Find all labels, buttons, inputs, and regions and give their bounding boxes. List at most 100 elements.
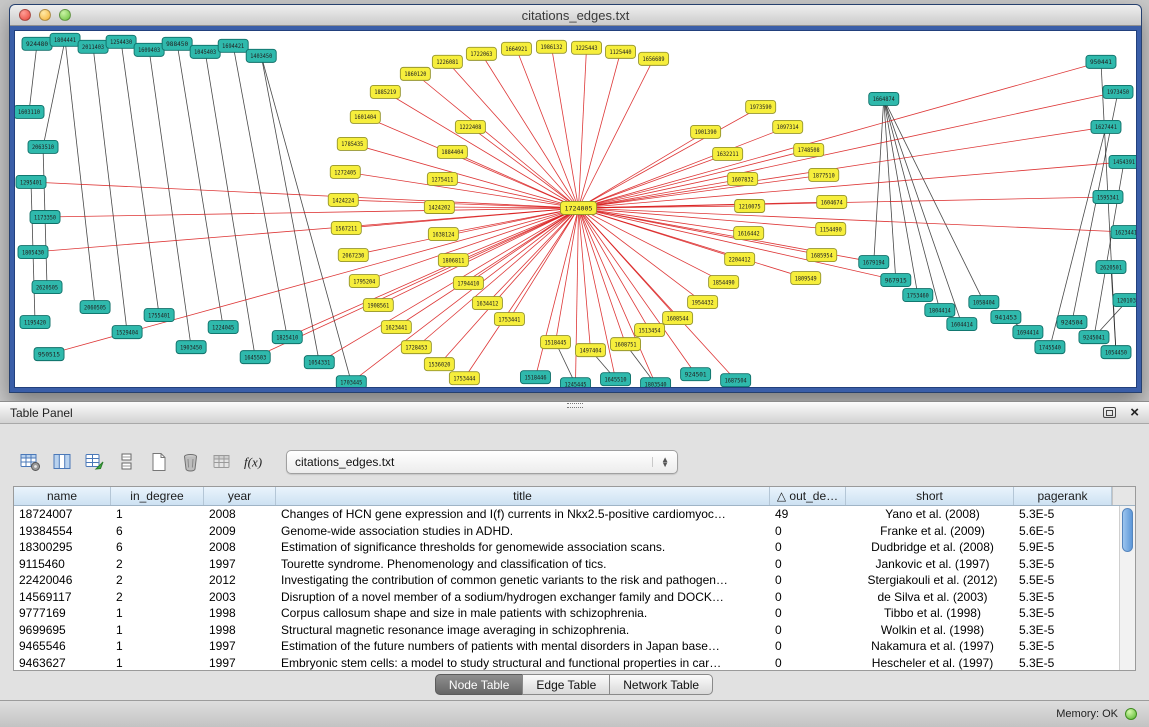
column-visibility-icon[interactable] xyxy=(48,448,77,475)
graph-node[interactable]: 1656689 xyxy=(639,52,669,65)
graph-node[interactable]: 1518446 xyxy=(520,371,550,384)
graph-node[interactable]: 1403450 xyxy=(246,49,276,62)
graph-node[interactable]: 1424202 xyxy=(424,200,454,213)
import-table-icon[interactable] xyxy=(208,448,237,475)
table-edit-icon[interactable] xyxy=(80,448,109,475)
graph-node[interactable]: 1804414 xyxy=(925,304,955,317)
graph-node[interactable]: 1623441 xyxy=(1111,226,1137,239)
graph-node[interactable]: 924480 xyxy=(22,37,52,50)
graph-node[interactable]: 924504 xyxy=(1057,316,1087,329)
graph-node[interactable]: 1210075 xyxy=(735,199,765,212)
graph-node[interactable]: 1885219 xyxy=(370,85,400,98)
graph-node[interactable]: 1245445 xyxy=(560,378,590,388)
graph-node[interactable]: 1679194 xyxy=(859,256,889,269)
graph-node[interactable]: 1195420 xyxy=(20,316,50,329)
table-row[interactable]: 1938455462009Genome-wide association stu… xyxy=(14,523,1119,540)
graph-node[interactable]: 1604674 xyxy=(817,195,847,208)
graph-node[interactable]: 1703445 xyxy=(336,376,366,388)
graph-node[interactable]: 2011403 xyxy=(78,40,108,53)
graph-node[interactable]: 2204412 xyxy=(725,253,755,266)
graph-node[interactable]: 1804441 xyxy=(50,33,80,46)
table-row[interactable]: 1456911722003Disruption of a novel membe… xyxy=(14,589,1119,606)
table-row[interactable]: 969969511998Structural magnetic resonanc… xyxy=(14,622,1119,639)
table-panel-header[interactable]: Table Panel × xyxy=(0,402,1149,424)
graph-node[interactable]: 1903450 xyxy=(176,341,206,354)
zoom-window-button[interactable] xyxy=(59,9,71,21)
graph-node[interactable]: 2060505 xyxy=(80,301,110,314)
graph-node[interactable]: 1607832 xyxy=(728,172,758,185)
graph-node[interactable]: 1908561 xyxy=(363,299,393,312)
graph-node[interactable]: 1125440 xyxy=(606,45,636,58)
graph-node[interactable]: 1536020 xyxy=(424,358,454,371)
column-header-in_degree[interactable]: in_degree xyxy=(111,487,204,505)
graph-node[interactable]: 1604414 xyxy=(947,318,977,331)
graph-node[interactable]: 1054331 xyxy=(304,356,334,369)
graph-node[interactable]: 1454391 xyxy=(1109,155,1137,168)
vertical-scrollbar[interactable] xyxy=(1119,506,1135,670)
graph-node[interactable]: 1860120 xyxy=(400,67,430,80)
tab-network-table[interactable]: Network Table xyxy=(609,674,713,695)
graph-node[interactable]: 950515 xyxy=(34,348,64,361)
column-header-pagerank[interactable]: pagerank xyxy=(1014,487,1112,505)
graph-node[interactable]: 950441 xyxy=(1086,55,1116,68)
graph-node[interactable]: 988450 xyxy=(162,37,192,50)
graph-node[interactable]: 1795204 xyxy=(349,275,379,288)
graph-node[interactable]: 1745540 xyxy=(1035,341,1065,354)
graph-node[interactable]: 1225443 xyxy=(571,41,601,54)
graph-node[interactable]: 1609403 xyxy=(134,43,164,56)
graph-node[interactable]: 1685954 xyxy=(807,249,837,262)
delete-table-icon[interactable] xyxy=(176,448,205,475)
table-row[interactable]: 1830029562008Estimation of significance … xyxy=(14,539,1119,556)
table-row[interactable]: 946362711997Embryonic stem cells: a mode… xyxy=(14,655,1119,671)
panel-resize-handle[interactable] xyxy=(567,403,583,408)
graph-node[interactable]: 1054450 xyxy=(1101,346,1131,359)
graph-node[interactable]: 1805430 xyxy=(18,246,48,259)
graph-node[interactable]: 924501 xyxy=(681,368,711,381)
graph-node[interactable]: 1986132 xyxy=(536,40,566,53)
graph-node[interactable]: 1724005 xyxy=(560,201,596,214)
graph-node[interactable]: 1595341 xyxy=(1093,190,1123,203)
graph-node[interactable]: 1664874 xyxy=(869,92,899,105)
window-titlebar[interactable]: citations_edges.txt xyxy=(10,5,1141,26)
table-settings-icon[interactable] xyxy=(16,448,45,475)
graph-node[interactable]: 1424224 xyxy=(328,193,358,206)
table-row[interactable]: 2242004622012Investigating the contribut… xyxy=(14,572,1119,589)
graph-node[interactable]: 2063510 xyxy=(28,140,58,153)
graph-node[interactable]: 1567211 xyxy=(331,222,361,235)
graph-node[interactable]: 1608544 xyxy=(663,312,693,325)
graph-node[interactable]: 1224045 xyxy=(208,321,238,334)
graph-node[interactable]: 1694421 xyxy=(218,39,248,52)
graph-node[interactable]: 1645510 xyxy=(601,373,631,386)
new-table-icon[interactable] xyxy=(144,448,173,475)
minimize-window-button[interactable] xyxy=(39,9,51,21)
graph-node[interactable]: 1722063 xyxy=(466,47,496,60)
graph-node[interactable]: 1513454 xyxy=(635,324,665,337)
table-selector-dropdown[interactable]: citations_edges.txt ▲▼ xyxy=(286,450,678,474)
graph-node[interactable]: 1687504 xyxy=(721,374,751,387)
graph-node[interactable]: 1603110 xyxy=(15,105,44,118)
graph-node[interactable]: 1529404 xyxy=(112,326,142,339)
graph-node[interactable]: 1173350 xyxy=(30,210,60,223)
graph-node[interactable]: 1638124 xyxy=(428,228,458,241)
row-height-icon[interactable] xyxy=(112,448,141,475)
close-panel-icon[interactable]: × xyxy=(1130,405,1139,420)
scrollbar-thumb[interactable] xyxy=(1122,508,1133,552)
graph-node[interactable]: 1632211 xyxy=(713,147,743,160)
graph-node[interactable]: 941453 xyxy=(991,311,1021,324)
graph-node[interactable]: 1627441 xyxy=(1091,120,1121,133)
graph-node[interactable]: 1097314 xyxy=(773,120,803,133)
graph-node[interactable]: 1608751 xyxy=(611,338,641,351)
graph-node[interactable]: 1154490 xyxy=(816,223,846,236)
graph-node[interactable]: 1806811 xyxy=(438,254,468,267)
graph-node[interactable]: 1877510 xyxy=(809,168,839,181)
graph-node[interactable]: 1254430 xyxy=(106,35,136,48)
graph-node[interactable]: 2620501 xyxy=(1096,261,1126,274)
table-row[interactable]: 911546021997Tourette syndrome. Phenomeno… xyxy=(14,556,1119,573)
function-builder-icon[interactable]: f(x) xyxy=(240,448,269,475)
graph-node[interactable]: 1785435 xyxy=(337,137,367,150)
table-row[interactable]: 1872400712008Changes of HCN gene express… xyxy=(14,506,1119,523)
graph-node[interactable]: 1803540 xyxy=(641,378,671,388)
graph-node[interactable]: 1973590 xyxy=(746,100,776,113)
graph-node[interactable]: 1645503 xyxy=(240,351,270,364)
graph-node[interactable]: 1045403 xyxy=(190,45,220,58)
